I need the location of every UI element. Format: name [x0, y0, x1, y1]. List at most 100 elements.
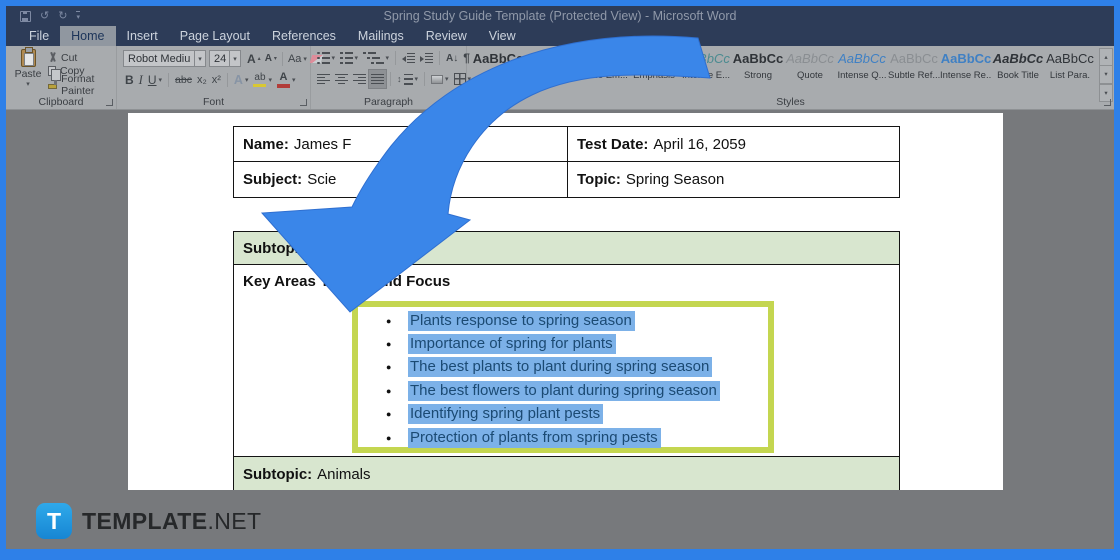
justify-button[interactable] — [368, 69, 387, 89]
italic-button[interactable]: I — [137, 71, 145, 89]
style-item[interactable]: AaBbCc Emphasis — [628, 48, 680, 90]
tab-references[interactable]: References — [261, 26, 347, 46]
style-preview: AaBbCc — [630, 51, 678, 66]
focus-list-item[interactable]: ● Plants response to spring season — [386, 309, 768, 332]
change-case-button[interactable]: Aa ▾ — [286, 50, 309, 68]
paste-button[interactable]: Paste ▾ — [11, 47, 45, 91]
clipboard-dialog-launcher-icon[interactable] — [106, 99, 113, 106]
font-color-dropdown-icon: ▾ — [291, 77, 296, 84]
focus-list-item[interactable]: ● Protection of plants from spring pests — [386, 426, 768, 449]
style-label: Intense Q... — [837, 70, 887, 81]
key-areas-cell[interactable]: Key Areas You Should Focus ● Plants respo… — [234, 265, 899, 457]
style-item[interactable]: AaBbCc Intense Re... — [940, 48, 992, 90]
subtopic-table: Subtopic: Key Areas You Should Focus ● Pl… — [233, 231, 900, 490]
font-group-label: Font — [202, 96, 224, 108]
focus-list-item[interactable]: ● Identifying spring plant pests — [386, 403, 768, 426]
style-item[interactable]: AaBbCc Intense Q... — [836, 48, 888, 90]
font-name-combo[interactable]: Robot Mediu ▾ — [123, 50, 206, 67]
style-item[interactable]: AaBbCc ac... — [472, 48, 524, 90]
font-name-dropdown-icon: ▾ — [194, 51, 205, 66]
underline-button[interactable]: U ▾ — [146, 71, 164, 89]
focus-item-text: Protection of plants from spring pests — [408, 427, 661, 448]
format-painter-button[interactable]: Format Painter — [48, 73, 116, 97]
focus-list-item[interactable]: ● Importance of spring for plants — [386, 332, 768, 355]
styles-group-label: Styles — [776, 96, 805, 108]
bold-button[interactable]: B — [123, 71, 136, 89]
subscript-button[interactable]: x₂ — [195, 71, 209, 89]
style-item[interactable]: AaBbCc Subtle Ref... — [888, 48, 940, 90]
cut-button[interactable]: Cut — [48, 51, 77, 64]
tab-view[interactable]: View — [478, 26, 527, 46]
focus-list-item[interactable]: ● The best flowers to plant during spring… — [386, 379, 768, 402]
styles-scroll-up-icon[interactable]: ▴ — [1100, 49, 1112, 67]
shrink-font-button[interactable]: A ▾ — [263, 50, 279, 68]
style-preview: AaBbCc — [786, 51, 834, 66]
superscript-button[interactable]: x² — [210, 71, 223, 89]
strikethrough-button[interactable]: abc — [173, 71, 194, 89]
change-case-dropdown-icon: ▾ — [303, 55, 307, 63]
clipboard-group-label: Clipboard — [38, 96, 84, 108]
text-effects-button[interactable]: A ▾ — [232, 71, 251, 89]
tab-file[interactable]: File — [18, 26, 60, 46]
highlight-color-button[interactable]: ab ▾ — [251, 71, 274, 89]
align-left-button[interactable] — [315, 70, 332, 88]
subtopic-row-animals[interactable]: Subtopic: Animals — [234, 457, 899, 490]
tab-page-layout[interactable]: Page Layout — [169, 26, 261, 46]
style-item[interactable]: AaBbCc Subtle Em... — [576, 48, 628, 90]
shading-button[interactable]: ▾ — [429, 70, 451, 88]
window-title: Spring Study Guide Template (Protected V… — [383, 9, 737, 23]
tab-insert[interactable]: Insert — [116, 26, 169, 46]
paragraph-group-label: Paragraph — [363, 96, 414, 108]
shrink-font-icon: A — [264, 53, 272, 64]
styles-scroll-down-icon[interactable]: ▾ — [1100, 66, 1112, 84]
styles-gallery-scrollbar[interactable]: ▴ ▾ ▾ — [1099, 48, 1113, 102]
highlight-callout-box: ● Plants response to spring season ● Impor… — [352, 301, 774, 453]
subject-cell[interactable]: Subject: Scie — [234, 162, 568, 197]
title-bar: ↺ ↻ ▾ Spring Study Guide Template (Prote… — [6, 6, 1114, 26]
increase-indent-button[interactable] — [418, 49, 435, 67]
style-item[interactable]: AaBbCc Strong — [732, 48, 784, 90]
focus-list-item[interactable]: ● The best plants to plant during spring … — [386, 356, 768, 379]
multilevel-list-button[interactable]: ▾ — [361, 49, 391, 67]
focus-item-text: Identifying spring plant pests — [408, 404, 604, 425]
style-item[interactable]: AaBbCc Heading 7 — [524, 48, 576, 90]
sort-button[interactable]: A↓ — [444, 49, 460, 67]
line-spacing-button[interactable]: ↕ ▾ — [395, 70, 420, 88]
text-effects-icon: A — [233, 73, 243, 87]
align-right-button[interactable] — [351, 70, 368, 88]
style-preview: AaBbCc — [1046, 51, 1094, 66]
style-label: Heading 7 — [528, 70, 572, 81]
focus-item-text: The best plants to plant during spring s… — [408, 357, 713, 378]
style-label: Intense Re... — [940, 70, 992, 81]
styles-dialog-launcher-icon[interactable] — [1104, 99, 1111, 106]
align-center-button[interactable] — [333, 70, 350, 88]
style-item[interactable]: AaBbCc List Para. — [1044, 48, 1096, 90]
template-net-logo: T TEMPLATE.NET — [36, 503, 261, 539]
font-dialog-launcher-icon[interactable] — [300, 99, 307, 106]
document-page[interactable]: Name: James F Test Date: April 16, 2059 … — [128, 113, 1003, 490]
font-size-combo[interactable]: 24 ▾ — [209, 50, 241, 67]
font-color-button[interactable]: A ▾ — [275, 71, 298, 89]
tab-home[interactable]: Home — [60, 26, 116, 46]
style-item[interactable]: AaBbCc Book Title — [992, 48, 1044, 90]
increase-indent-icon — [420, 52, 434, 64]
bullet-icon: ● — [386, 339, 392, 350]
test-date-cell[interactable]: Test Date: April 16, 2059 — [568, 127, 899, 161]
paste-dropdown-icon: ▾ — [26, 81, 30, 88]
grow-font-button[interactable]: A ▴ — [245, 50, 263, 68]
font-size-dropdown-icon: ▾ — [229, 51, 240, 66]
paragraph-dialog-launcher-icon[interactable] — [456, 99, 463, 106]
focus-item-text: Plants response to spring season — [408, 310, 635, 331]
tab-mailings[interactable]: Mailings — [347, 26, 415, 46]
topic-cell[interactable]: Topic: Spring Season — [568, 162, 899, 197]
name-cell[interactable]: Name: James F — [234, 127, 568, 161]
bullet-list-button[interactable]: ▾ — [315, 49, 337, 67]
numbered-list-button[interactable]: ▾ — [338, 49, 360, 67]
style-item[interactable]: AaBbCc Quote — [784, 48, 836, 90]
style-preview: AaBbCc — [890, 51, 938, 66]
italic-icon: I — [138, 72, 143, 87]
tab-review[interactable]: Review — [415, 26, 478, 46]
subtopic-row-plants[interactable]: Subtopic: — [234, 232, 899, 265]
decrease-indent-button[interactable] — [400, 49, 417, 67]
style-item[interactable]: AaBbCc Intense E... — [680, 48, 732, 90]
